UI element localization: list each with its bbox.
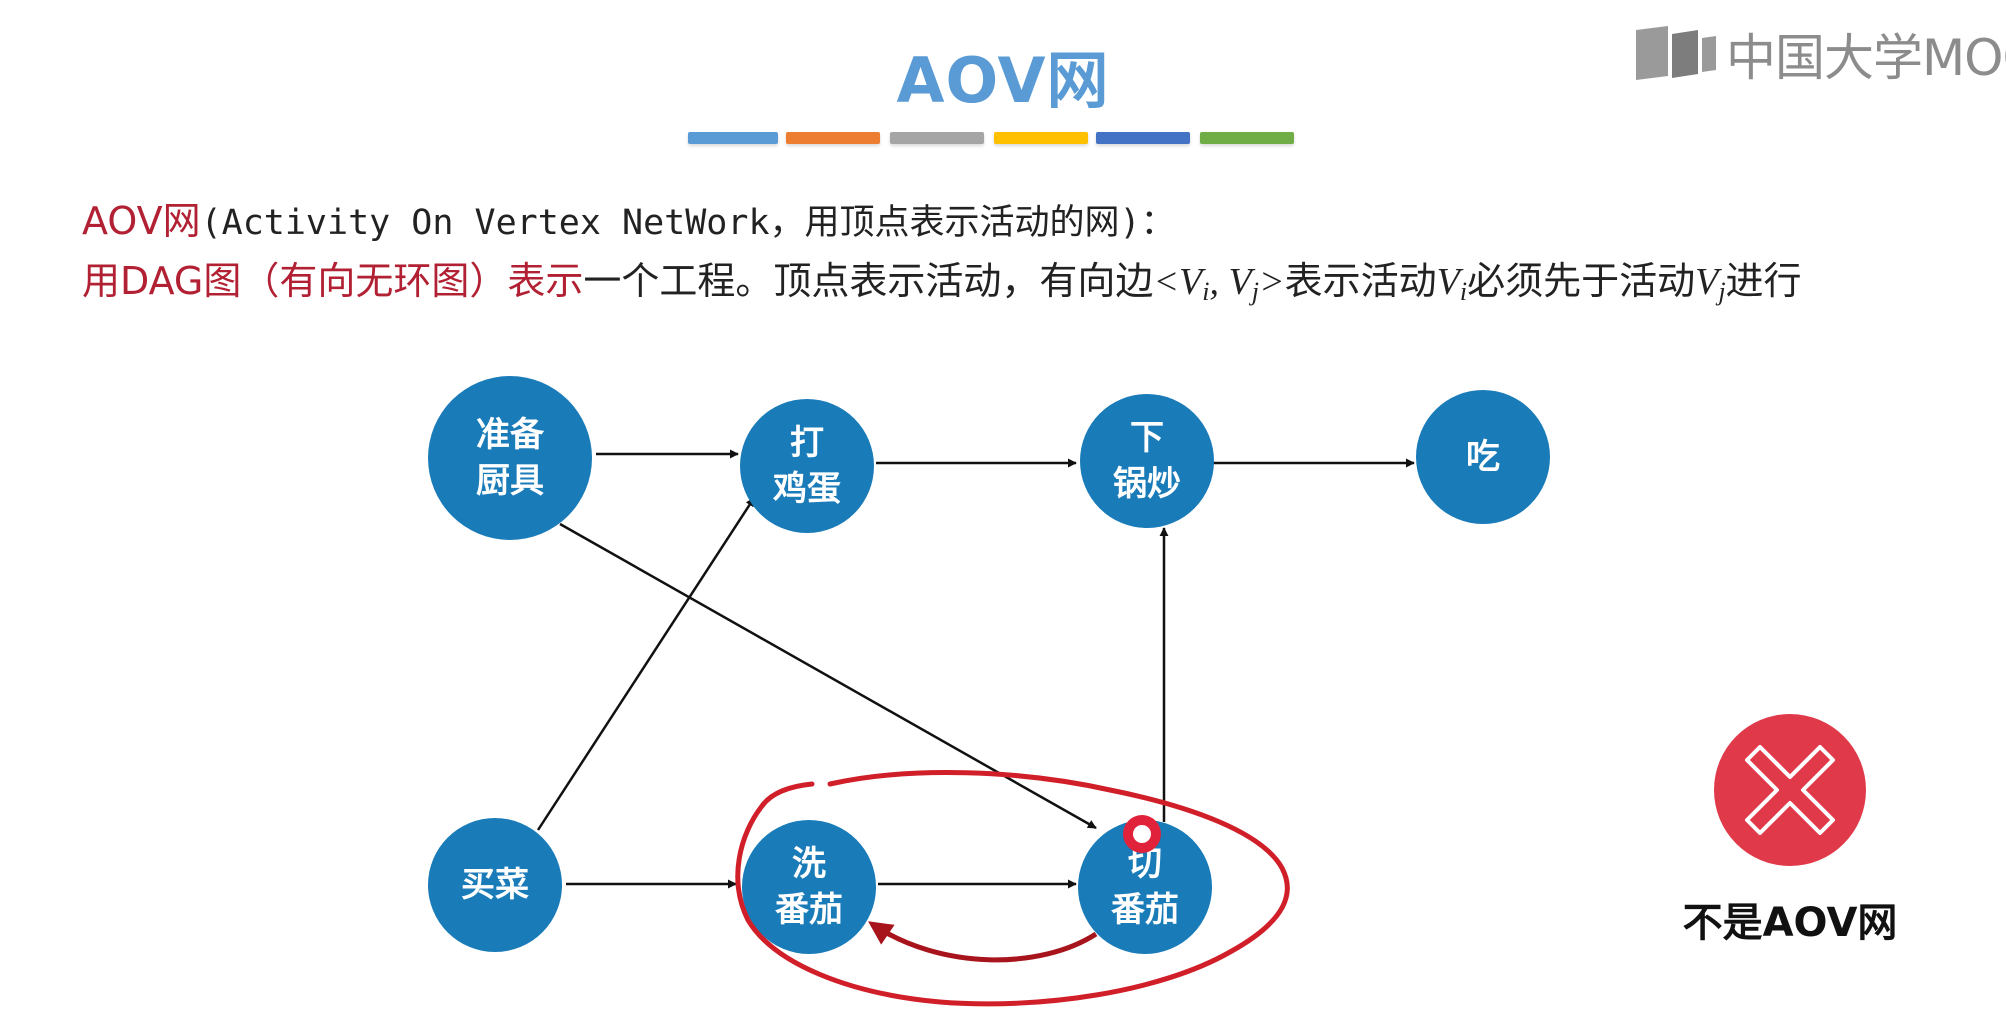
back-edge-cut-to-wash: [868, 921, 1098, 963]
verdict-label: 不是AOV网: [1682, 900, 1898, 946]
cycle-annotation: [735, 770, 1290, 1007]
pointer-cursor-center: [1133, 825, 1151, 843]
not-aov-badge: [1714, 714, 1866, 866]
slide: AOV网 中国大学MOOC AOV网(Activity On Vertex Ne…: [0, 0, 2006, 1022]
cycle-highlight-loop: [735, 770, 1290, 1007]
close-icon: [1745, 745, 1835, 835]
